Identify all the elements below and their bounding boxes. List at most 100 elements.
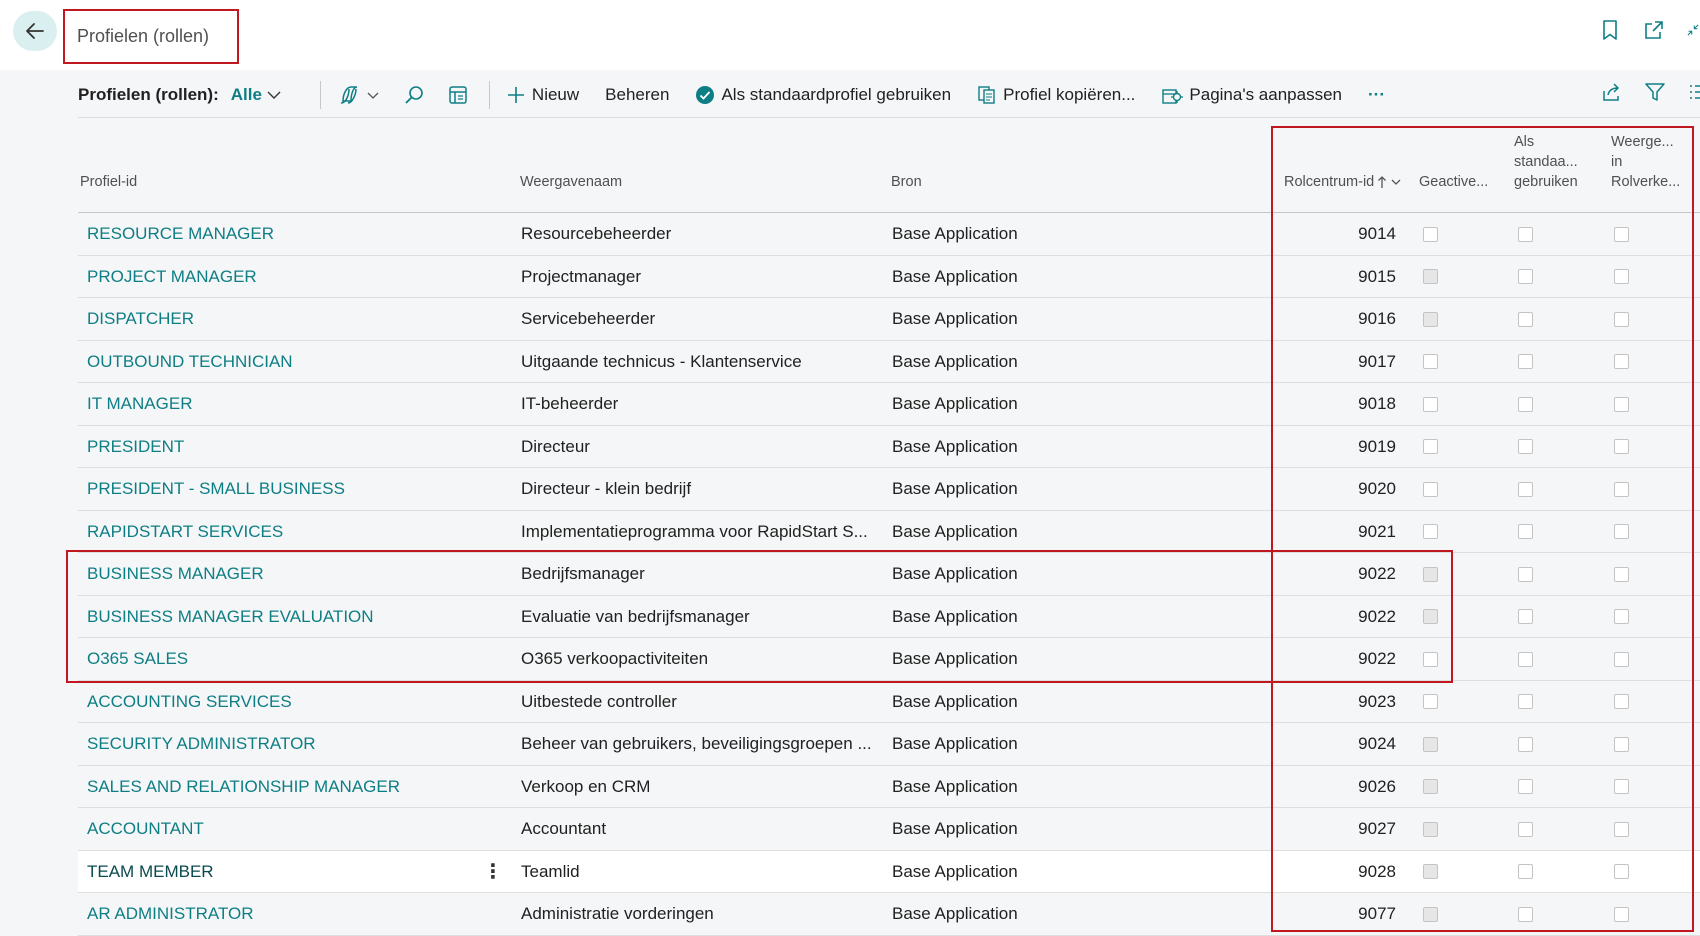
profile-id-link[interactable]: OUTBOUND TECHNICIAN [87, 341, 507, 384]
list-view-icon[interactable] [1688, 81, 1700, 108]
table-row[interactable]: RAPIDSTART SERVICES Implementatieprogramm… [78, 511, 1700, 554]
profile-id-link[interactable]: O365 SALES [87, 638, 507, 681]
disabled-checkbox[interactable] [1422, 226, 1438, 242]
column-header-source[interactable]: Bron [891, 172, 922, 192]
copilot-icon[interactable] [337, 82, 383, 108]
table-row[interactable]: BUSINESS MANAGER EVALUATION Evaluatie van… [78, 596, 1700, 639]
new-button[interactable]: Nieuw [506, 85, 579, 105]
profile-id-link[interactable]: BUSINESS MANAGER [87, 553, 507, 596]
shown-in-explorer-checkbox[interactable] [1613, 906, 1629, 922]
shown-in-explorer-checkbox[interactable] [1613, 566, 1629, 582]
default-checkbox[interactable] [1517, 481, 1533, 497]
disabled-checkbox[interactable] [1422, 396, 1438, 412]
default-checkbox[interactable] [1517, 311, 1533, 327]
column-header-disabled[interactable]: Geactive... [1419, 172, 1488, 192]
table-row[interactable]: PRESIDENT Directeur Base Application 9019 [78, 426, 1700, 469]
profile-id-link[interactable]: BUSINESS MANAGER EVALUATION [87, 596, 507, 639]
shown-in-explorer-checkbox[interactable] [1613, 736, 1629, 752]
edit-list-icon[interactable] [445, 82, 471, 108]
row-actions-button[interactable]: ⋮ [478, 851, 508, 894]
shown-in-explorer-checkbox[interactable] [1613, 439, 1629, 455]
disabled-checkbox[interactable] [1422, 906, 1438, 922]
default-checkbox[interactable] [1517, 864, 1533, 880]
shown-in-explorer-checkbox[interactable] [1613, 609, 1629, 625]
shown-in-explorer-checkbox[interactable] [1613, 864, 1629, 880]
open-new-window-icon[interactable] [1642, 18, 1666, 42]
profile-id-link[interactable]: PRESIDENT [87, 426, 507, 469]
bookmark-icon[interactable] [1598, 18, 1622, 42]
disabled-checkbox[interactable] [1422, 269, 1438, 285]
profile-id-link[interactable]: SALES AND RELATIONSHIP MANAGER [87, 766, 507, 809]
default-checkbox[interactable] [1517, 821, 1533, 837]
profile-id-link[interactable]: ACCOUNTANT [87, 808, 507, 851]
profile-id-link[interactable]: RAPIDSTART SERVICES [87, 511, 507, 554]
default-checkbox[interactable] [1517, 651, 1533, 667]
shown-in-explorer-checkbox[interactable] [1613, 694, 1629, 710]
disabled-checkbox[interactable] [1422, 439, 1438, 455]
profile-id-link[interactable]: SECURITY ADMINISTRATOR [87, 723, 507, 766]
shown-in-explorer-checkbox[interactable] [1613, 396, 1629, 412]
search-icon[interactable] [401, 82, 427, 108]
default-checkbox[interactable] [1517, 694, 1533, 710]
filter-icon[interactable] [1644, 81, 1666, 108]
table-row[interactable]: OUTBOUND TECHNICIAN Uitgaande technicus -… [78, 341, 1700, 384]
shown-in-explorer-checkbox[interactable] [1613, 311, 1629, 327]
shown-in-explorer-checkbox[interactable] [1613, 524, 1629, 540]
disabled-checkbox[interactable] [1422, 566, 1438, 582]
default-checkbox[interactable] [1517, 439, 1533, 455]
view-filter-dropdown[interactable]: Alle [231, 85, 282, 105]
table-row[interactable]: O365 SALES O365 verkoopactiviteiten Base A… [78, 638, 1700, 681]
disabled-checkbox[interactable] [1422, 651, 1438, 667]
table-row[interactable]: DISPATCHER Servicebeheerder Base Applicati… [78, 298, 1700, 341]
disabled-checkbox[interactable] [1422, 779, 1438, 795]
shown-in-explorer-checkbox[interactable] [1613, 481, 1629, 497]
column-header-rolecenter-id[interactable]: Rolcentrum-id [1284, 172, 1402, 192]
copy-profile-button[interactable]: Profiel kopiëren... [977, 85, 1135, 105]
profile-id-link[interactable]: PROJECT MANAGER [87, 256, 507, 299]
profile-id-link[interactable]: ACCOUNTING SERVICES [87, 681, 507, 724]
table-row[interactable]: ACCOUNTANT Accountant Base Application 9027 [78, 808, 1700, 851]
column-header-profile-id[interactable]: Profiel-id [80, 172, 137, 192]
column-header-default[interactable]: Als standaa... gebruiken [1514, 132, 1578, 192]
profile-id-link[interactable]: PRESIDENT - SMALL BUSINESS [87, 468, 507, 511]
table-row[interactable]: TEAM MEMBER ⋮ Teamlid Base Application 9028 [78, 850, 1700, 894]
set-default-button[interactable]: Als standaardprofiel gebruiken [695, 85, 951, 105]
disabled-checkbox[interactable] [1422, 609, 1438, 625]
column-header-display-name[interactable]: Weergavenaam [520, 172, 622, 192]
table-row[interactable]: BUSINESS MANAGER Bedrijfsmanager Base Appl… [78, 553, 1700, 596]
profile-id-link[interactable]: RESOURCE MANAGER [87, 213, 507, 256]
profile-id-link[interactable]: DISPATCHER [87, 298, 507, 341]
table-row[interactable]: SALES AND RELATIONSHIP MANAGER Verkoop en… [78, 766, 1700, 809]
shown-in-explorer-checkbox[interactable] [1613, 651, 1629, 667]
default-checkbox[interactable] [1517, 736, 1533, 752]
table-row[interactable]: IT MANAGER IT-beheerder Base Application 90… [78, 383, 1700, 426]
disabled-checkbox[interactable] [1422, 311, 1438, 327]
table-row[interactable]: PROJECT MANAGER Projectmanager Base Applic… [78, 256, 1700, 299]
table-row[interactable]: RESOURCE MANAGER Resourcebeheerder Base Ap… [78, 213, 1700, 256]
disabled-checkbox[interactable] [1422, 481, 1438, 497]
disabled-checkbox[interactable] [1422, 694, 1438, 710]
default-checkbox[interactable] [1517, 524, 1533, 540]
disabled-checkbox[interactable] [1422, 354, 1438, 370]
profile-id-link[interactable]: IT MANAGER [87, 383, 507, 426]
default-checkbox[interactable] [1517, 354, 1533, 370]
profile-id-link[interactable]: TEAM MEMBER [87, 851, 507, 894]
shown-in-explorer-checkbox[interactable] [1613, 269, 1629, 285]
table-row[interactable]: ACCOUNTING SERVICES Uitbestede controller… [78, 681, 1700, 724]
disabled-checkbox[interactable] [1422, 864, 1438, 880]
shown-in-explorer-checkbox[interactable] [1613, 226, 1629, 242]
default-checkbox[interactable] [1517, 269, 1533, 285]
default-checkbox[interactable] [1517, 566, 1533, 582]
back-button[interactable] [13, 11, 57, 51]
customize-pages-button[interactable]: Pagina's aanpassen [1161, 85, 1342, 105]
manage-button[interactable]: Beheren [605, 85, 669, 105]
disabled-checkbox[interactable] [1422, 524, 1438, 540]
table-row[interactable]: PRESIDENT - SMALL BUSINESS Directeur - kl… [78, 468, 1700, 511]
column-header-shown-in-explorer[interactable]: Weerge... in Rolverke... [1611, 132, 1680, 192]
share-icon[interactable] [1600, 81, 1622, 108]
disabled-checkbox[interactable] [1422, 736, 1438, 752]
shown-in-explorer-checkbox[interactable] [1613, 779, 1629, 795]
more-options-button[interactable]: ··· [1368, 85, 1385, 105]
shown-in-explorer-checkbox[interactable] [1613, 821, 1629, 837]
profile-id-link[interactable]: AR ADMINISTRATOR [87, 893, 507, 936]
